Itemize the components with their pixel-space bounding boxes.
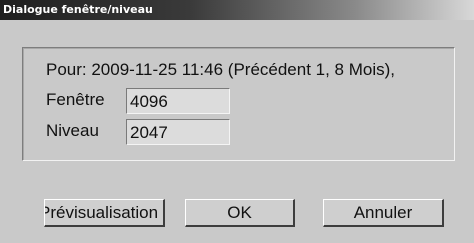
window-level-dialog: Dialogue fenêtre/niveau Pour: 2009-11-25… — [0, 0, 474, 243]
cancel-button[interactable]: Annuler — [323, 199, 444, 227]
ok-button[interactable]: OK — [185, 199, 295, 227]
preview-button[interactable]: Prévisualisation — [44, 199, 165, 227]
dialog-title: Dialogue fenêtre/niveau — [3, 3, 153, 16]
title-bar[interactable]: Dialogue fenêtre/niveau — [0, 0, 474, 20]
window-width-input[interactable] — [126, 88, 230, 114]
study-info-text: Pour: 2009-11-25 11:46 (Précédent 1, 8 M… — [46, 60, 396, 79]
level-label: Niveau — [46, 121, 99, 140]
info-panel: Pour: 2009-11-25 11:46 (Précédent 1, 8 M… — [22, 47, 455, 161]
window-label: Fenêtre — [46, 90, 105, 109]
window-level-input[interactable] — [126, 119, 230, 145]
